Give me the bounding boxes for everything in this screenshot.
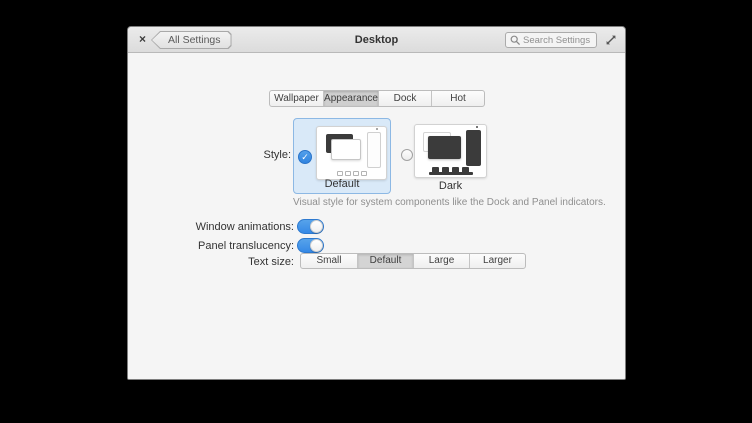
style-option-default[interactable]: ✓ Default	[293, 118, 391, 194]
desktop-background: × All Settings Desktop	[0, 0, 752, 423]
tab-wallpaper[interactable]: Wallpaper	[270, 91, 323, 106]
toggle-knob	[310, 220, 323, 233]
preview-indicator-dot	[376, 128, 378, 130]
preview-window-front	[331, 139, 361, 160]
header-bar: × All Settings Desktop	[128, 27, 625, 53]
text-size-small-button[interactable]: Small	[301, 254, 357, 268]
settings-window: × All Settings Desktop	[127, 26, 626, 380]
search-field[interactable]	[505, 32, 597, 48]
back-button-label: All Settings	[151, 31, 232, 49]
default-option-label: Default	[294, 178, 390, 190]
maximize-icon[interactable]	[604, 33, 618, 47]
all-settings-back-button[interactable]: All Settings	[151, 31, 232, 49]
text-size-larger-button[interactable]: Larger	[469, 254, 525, 268]
preview-dock	[429, 167, 473, 175]
tab-hot-corners[interactable]: Hot Corners	[431, 91, 484, 106]
panel-translucency-label: Panel translucency:	[131, 240, 294, 252]
default-style-preview	[316, 126, 387, 180]
window-animations-toggle[interactable]	[297, 219, 324, 234]
text-size-label: Text size:	[131, 256, 294, 268]
text-size-segmented-control: Small Default Large Larger	[300, 253, 526, 269]
radio-checked-icon[interactable]: ✓	[298, 150, 312, 164]
search-icon	[510, 35, 520, 45]
dark-style-preview[interactable]	[414, 124, 487, 178]
category-tab-bar: Wallpaper Appearance Dock Hot Corners	[269, 90, 485, 107]
toggle-knob	[310, 239, 323, 252]
style-label: Style:	[168, 149, 291, 161]
panel-translucency-toggle[interactable]	[297, 238, 324, 253]
close-icon[interactable]: ×	[135, 32, 150, 47]
preview-panel	[367, 132, 381, 168]
window-animations-label: Window animations:	[131, 221, 294, 233]
preview-panel	[466, 130, 481, 166]
tab-dock[interactable]: Dock	[378, 91, 431, 106]
preview-indicator-dot	[476, 126, 478, 128]
dark-option-label: Dark	[414, 180, 487, 192]
preview-dock	[337, 171, 367, 176]
preview-window-front	[428, 136, 461, 159]
text-size-large-button[interactable]: Large	[413, 254, 469, 268]
text-size-default-button[interactable]: Default	[357, 254, 413, 268]
settings-content: Wallpaper Appearance Dock Hot Corners St…	[128, 54, 625, 379]
tab-appearance[interactable]: Appearance	[323, 91, 378, 106]
style-description: Visual style for system components like …	[293, 197, 606, 208]
radio-unchecked-icon[interactable]	[401, 149, 413, 161]
search-input[interactable]	[523, 35, 592, 46]
